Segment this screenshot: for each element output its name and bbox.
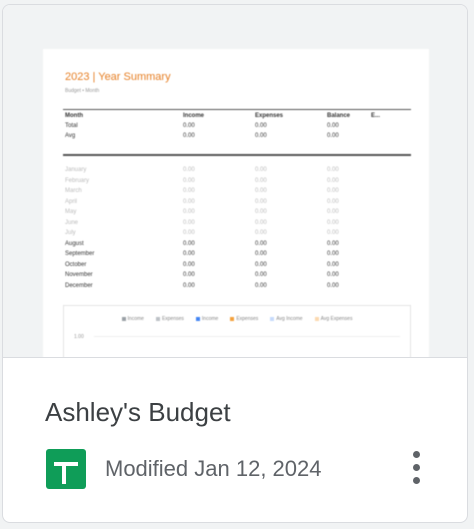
file-info: Ashley's Budget Modified Jan 12, 2024 <box>3 357 467 522</box>
preview-total-row: Total 0.00 0.00 0.00 <box>65 123 339 129</box>
preview-chart: Income Expenses Income Expenses Avg Income Av… <box>63 305 411 357</box>
modified-label: Modified <box>105 456 189 481</box>
google-sheets-icon <box>46 449 86 489</box>
legend-item: Avg Expenses <box>314 316 352 322</box>
preview-chart-axis-label: 1.00 <box>74 334 84 340</box>
preview-month-row: May 0.00 0.00 0.00 <box>65 209 339 215</box>
preview-month-row: August 0.00 0.00 0.00 <box>65 240 339 247</box>
preview-chart-legend: Income Expenses Income Expenses Avg Income Av… <box>64 316 410 322</box>
legend-item: Avg Income <box>270 316 303 322</box>
preview-title: 2023 | Year Summary <box>65 71 171 83</box>
more-vert-icon <box>413 451 420 458</box>
preview-subtitle: Budget • Month <box>65 88 100 94</box>
file-thumbnail[interactable]: 2023 | Year Summary Budget • Month Month… <box>3 5 467 358</box>
legend-item: Expenses <box>230 316 258 322</box>
preview-month-row: October 0.00 0.00 0.00 <box>65 261 339 268</box>
file-card[interactable]: 2023 | Year Summary Budget • Month Month… <box>2 4 468 523</box>
preview-month-row: February 0.00 0.00 0.00 <box>65 177 339 184</box>
spreadsheet-preview: 2023 | Year Summary Budget • Month Month… <box>43 49 429 357</box>
legend-item: Income <box>121 316 144 322</box>
preview-month-row: January 0.00 0.00 0.00 <box>65 167 339 173</box>
preview-header-row: Month Income Expenses Balance E... <box>65 113 381 119</box>
preview-header-rule <box>63 109 411 110</box>
preview-divider <box>63 154 411 156</box>
legend-item: Expenses <box>155 316 184 322</box>
more-vert-icon-dot <box>413 477 420 484</box>
preview-month-row: September 0.00 0.00 0.00 <box>65 251 339 257</box>
preview-month-row: November 0.00 0.00 0.00 <box>65 272 339 278</box>
modified-date: Jan 12, 2024 <box>194 456 322 481</box>
preview-chart-gridline <box>94 336 400 337</box>
preview-month-row: March 0.00 0.00 0.00 <box>65 188 339 194</box>
more-vert-icon-dot <box>413 464 420 471</box>
preview-month-row: June 0.00 0.00 0.00 <box>65 219 339 226</box>
preview-avg-row: Avg 0.00 0.00 0.00 <box>65 133 339 139</box>
file-title[interactable]: Ashley's Budget <box>45 397 231 428</box>
modified-text: Modified Jan 12, 2024 <box>105 456 322 482</box>
preview-month-row: April 0.00 0.00 0.00 <box>65 198 339 205</box>
preview-month-row: July 0.00 0.00 0.00 <box>65 230 339 236</box>
preview-month-row: December 0.00 0.00 0.00 <box>65 282 339 289</box>
more-options-button[interactable] <box>401 447 431 489</box>
legend-item: Income <box>195 316 218 322</box>
